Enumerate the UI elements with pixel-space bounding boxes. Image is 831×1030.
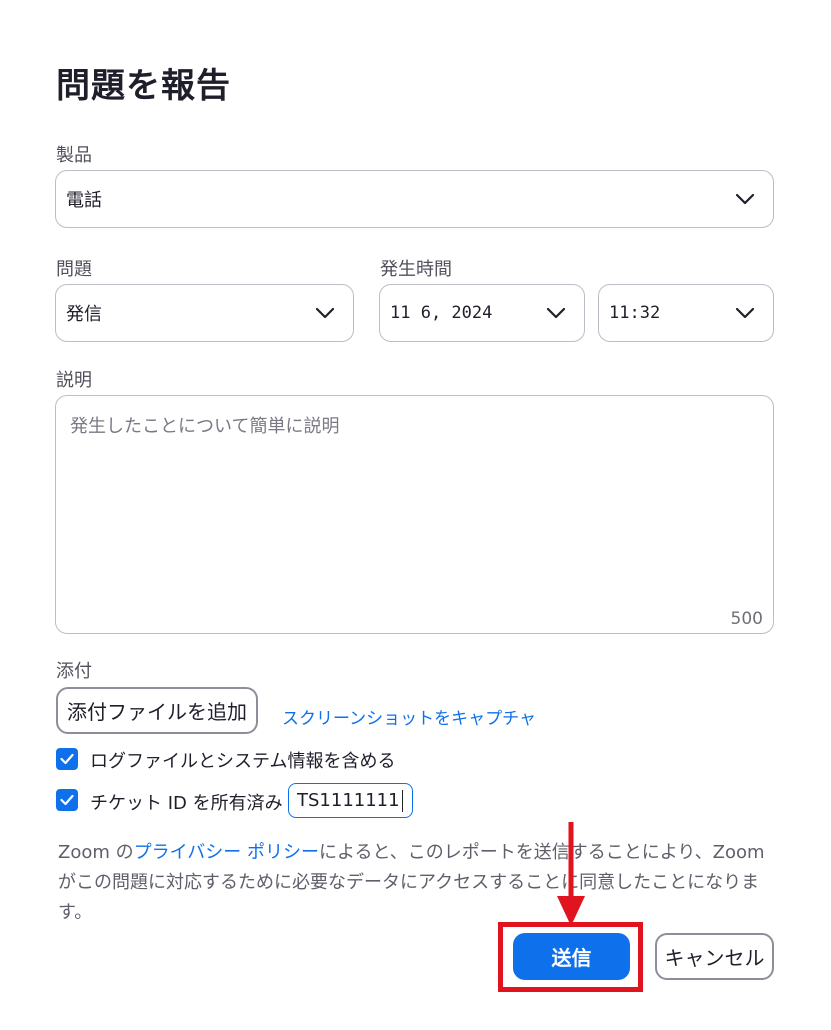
occurred-label: 発生時間 [380,259,452,280]
attachment-label: 添付 [56,661,92,682]
product-select-value: 電話 [66,190,102,211]
ticket-id-label[interactable]: チケット ID を所有済み [90,789,283,815]
product-select[interactable]: 電話 [55,170,774,228]
chevron-down-icon [735,193,755,205]
cancel-button[interactable]: キャンセル [655,933,774,980]
include-logs-label[interactable]: ログファイルとシステム情報を含める [90,747,395,773]
add-attachment-button[interactable]: 添付ファイルを追加 [56,687,258,734]
issue-select-value: 発信 [66,304,102,325]
time-select-value: 11:32 [609,303,661,323]
ticket-id-checkbox[interactable] [56,789,78,811]
time-select[interactable]: 11:32 [598,284,774,342]
description-label: 説明 [56,370,92,391]
description-textarea[interactable]: 発生したことについて簡単に説明 500 [55,395,774,634]
include-logs-checkbox[interactable] [56,748,78,770]
checkmark-icon [60,794,74,806]
issue-label: 問題 [56,259,92,280]
ticket-id-value: TS1111111 [297,790,400,811]
issue-select[interactable]: 発信 [55,284,354,342]
ticket-id-input[interactable]: TS1111111 [288,783,413,818]
red-arrow-annotation [557,822,585,926]
description-placeholder: 発生したことについて簡単に説明 [70,416,340,437]
date-select[interactable]: 11 6, 2024 [379,284,585,342]
checkmark-icon [60,753,74,765]
text-caret [401,789,404,812]
product-label: 製品 [56,145,92,166]
chevron-down-icon [735,307,755,319]
privacy-policy-link[interactable]: プライバシー ポリシー [134,842,319,863]
privacy-notice: Zoom のプライバシー ポリシーによると、このレポートを送信することにより、Z… [58,838,778,928]
char-counter: 500 [730,609,763,629]
dialog-title: 問題を報告 [56,66,231,106]
chevron-down-icon [546,307,566,319]
chevron-down-icon [315,307,335,319]
date-select-value: 11 6, 2024 [390,303,493,323]
capture-screenshot-link[interactable]: スクリーンショットをキャプチャ [282,704,536,729]
privacy-notice-prefix: Zoom の [58,842,134,863]
submit-button[interactable]: 送信 [513,933,630,980]
